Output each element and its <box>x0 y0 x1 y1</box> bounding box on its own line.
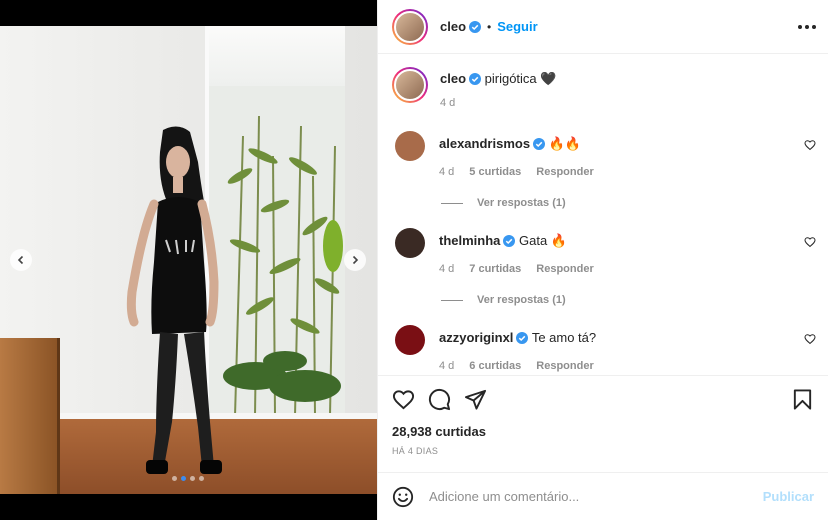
comment-time: 4 d <box>439 166 455 178</box>
post-sidebar: cleo • Seguir cleo pirigótica 🖤 4 d alex… <box>377 0 828 520</box>
heart-icon[interactable] <box>804 236 816 248</box>
carousel-dot <box>199 476 204 481</box>
heart-icon[interactable] <box>392 388 415 411</box>
verified-icon <box>533 138 546 150</box>
next-slide-button[interactable] <box>344 249 366 271</box>
view-replies-button[interactable]: Ver respostas (1) <box>441 197 566 209</box>
carousel-dot-active <box>181 476 186 481</box>
carousel-dot <box>190 476 195 481</box>
post-caption: cleo pirigótica 🖤 4 d <box>392 67 816 109</box>
author-avatar[interactable] <box>392 8 428 45</box>
reply-button[interactable]: Responder <box>536 263 593 275</box>
previous-slide-button[interactable] <box>10 249 32 271</box>
post-photo[interactable] <box>0 26 377 494</box>
follow-button[interactable]: Seguir <box>497 19 537 34</box>
separator-dot: • <box>487 19 492 34</box>
comment-composer: Adicione um comentário... Publicar <box>378 472 828 520</box>
carousel-dot <box>172 476 177 481</box>
caption-text: pirigótica 🖤 <box>484 71 557 86</box>
heart-icon[interactable] <box>804 139 816 151</box>
emoji-icon[interactable] <box>392 486 414 508</box>
post-media <box>0 0 377 520</box>
heart-icon[interactable] <box>804 333 816 345</box>
comment-likes[interactable]: 5 curtidas <box>469 166 521 178</box>
chevron-right-icon <box>352 255 359 265</box>
share-icon[interactable] <box>464 388 487 411</box>
comments-list: cleo pirigótica 🖤 4 d alexandrismos 🔥🔥 4… <box>378 55 828 375</box>
comment-item: azzyoriginxl Te amo tá? 4 d 6 curtidas R… <box>392 325 816 372</box>
comment-item: alexandrismos 🔥🔥 4 d 5 curtidas Responde… <box>392 131 816 178</box>
comment-username[interactable]: thelminha <box>439 233 500 248</box>
person-figure <box>126 126 222 474</box>
bookmark-icon[interactable] <box>791 388 814 411</box>
comment-text: 🔥🔥 <box>548 136 582 151</box>
verified-icon <box>503 235 516 247</box>
comment-text: Te amo tá? <box>531 330 597 345</box>
commenter-avatar[interactable] <box>395 228 425 258</box>
caption-username[interactable]: cleo <box>440 71 466 86</box>
caption-time: 4 d <box>440 97 456 109</box>
comment-item: thelminha Gata 🔥 4 d 7 curtidas Responde… <box>392 228 816 275</box>
comment-likes[interactable]: 7 curtidas <box>469 263 521 275</box>
comment-input[interactable]: Adicione um comentário... <box>429 489 763 504</box>
comment-icon[interactable] <box>428 388 451 411</box>
comment-time: 4 d <box>439 360 455 372</box>
comment-likes[interactable]: 6 curtidas <box>469 360 521 372</box>
commenter-avatar[interactable] <box>395 131 425 161</box>
verified-icon <box>469 73 482 85</box>
verified-icon <box>469 20 482 33</box>
view-replies-button[interactable]: Ver respostas (1) <box>441 294 566 306</box>
plants <box>223 115 343 416</box>
carousel-indicator <box>172 476 204 481</box>
comment-username[interactable]: azzyoriginxl <box>439 330 513 345</box>
wood-cabinet <box>0 338 60 494</box>
author-avatar[interactable] <box>392 67 428 103</box>
likes-count[interactable]: 28,938 curtidas <box>392 424 814 439</box>
author-username[interactable]: cleo <box>440 19 466 34</box>
verified-icon <box>516 332 529 344</box>
comment-username[interactable]: alexandrismos <box>439 136 530 151</box>
chevron-left-icon <box>17 255 24 265</box>
reply-button[interactable]: Responder <box>536 360 593 372</box>
post-header: cleo • Seguir <box>378 0 828 54</box>
reply-button[interactable]: Responder <box>536 166 593 178</box>
post-actions: 28,938 curtidas HÁ 4 DIAS <box>378 375 828 456</box>
more-options-icon[interactable] <box>798 24 816 29</box>
post-timestamp: HÁ 4 DIAS <box>392 446 439 456</box>
comment-time: 4 d <box>439 263 455 275</box>
comment-text: Gata 🔥 <box>519 233 568 248</box>
commenter-avatar[interactable] <box>395 325 425 355</box>
publish-button[interactable]: Publicar <box>763 489 814 504</box>
